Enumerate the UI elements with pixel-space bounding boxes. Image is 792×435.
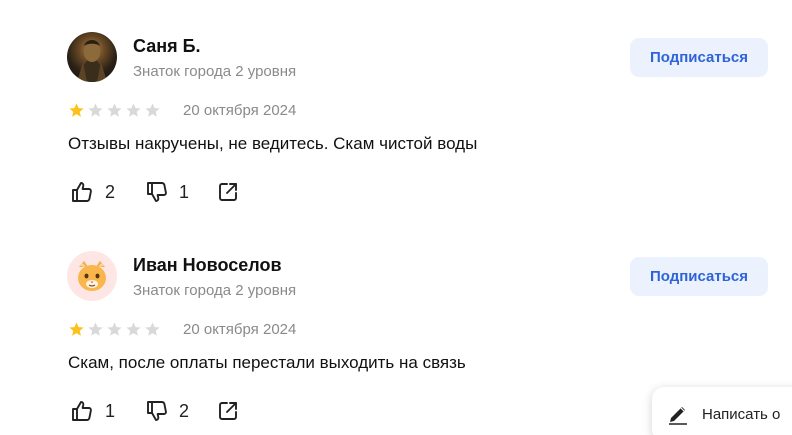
thumbs-up-icon[interactable]: [70, 399, 94, 423]
star-empty-icon: [107, 322, 122, 336]
likes-count: 2: [105, 182, 116, 202]
thumbs-up-icon[interactable]: [70, 180, 94, 204]
star-filled-icon: [69, 322, 84, 336]
review-date: 20 октября 2024: [183, 321, 297, 338]
star-empty-icon: [88, 322, 103, 336]
author-name[interactable]: Иван Новоселов: [133, 255, 282, 276]
subscribe-button[interactable]: Подписаться: [630, 257, 768, 296]
dislikes-count: 1: [179, 182, 190, 202]
reviews-page: Саня Б. Знаток города 2 уровня Подписать…: [0, 0, 792, 435]
review-date: 20 октября 2024: [183, 102, 297, 119]
rating-stars: [68, 321, 161, 338]
subscribe-button[interactable]: Подписаться: [630, 38, 768, 77]
pencil-icon: [669, 407, 687, 425]
star-empty-icon: [126, 322, 141, 336]
share-icon[interactable]: [216, 180, 240, 204]
star-filled-icon: [69, 103, 84, 117]
star-empty-icon: [107, 103, 122, 117]
dislikes-count: 2: [179, 401, 190, 421]
author-level: Знаток города 2 уровня: [133, 282, 297, 299]
write-review-button[interactable]: Написать о: [652, 387, 792, 435]
review-text: Отзывы накручены, не ведитесь. Скам чист…: [68, 134, 478, 153]
thumbs-down-icon[interactable]: [145, 399, 169, 423]
thumbs-down-icon[interactable]: [145, 180, 169, 204]
star-empty-icon: [145, 322, 160, 336]
write-review-label: Написать о: [702, 405, 781, 423]
author-name[interactable]: Саня Б.: [133, 36, 201, 57]
rating-stars: [68, 102, 161, 119]
cat-emoji-icon: [78, 261, 106, 291]
star-empty-icon: [88, 103, 103, 117]
star-empty-icon: [126, 103, 141, 117]
likes-count: 1: [105, 401, 116, 421]
user-photo-icon: [77, 40, 107, 82]
avatar[interactable]: [67, 32, 117, 82]
share-icon[interactable]: [216, 399, 240, 423]
star-empty-icon: [145, 103, 160, 117]
author-level: Знаток города 2 уровня: [133, 63, 297, 80]
avatar[interactable]: [67, 251, 117, 301]
review-text: Скам, после оплаты перестали выходить на…: [68, 353, 466, 372]
